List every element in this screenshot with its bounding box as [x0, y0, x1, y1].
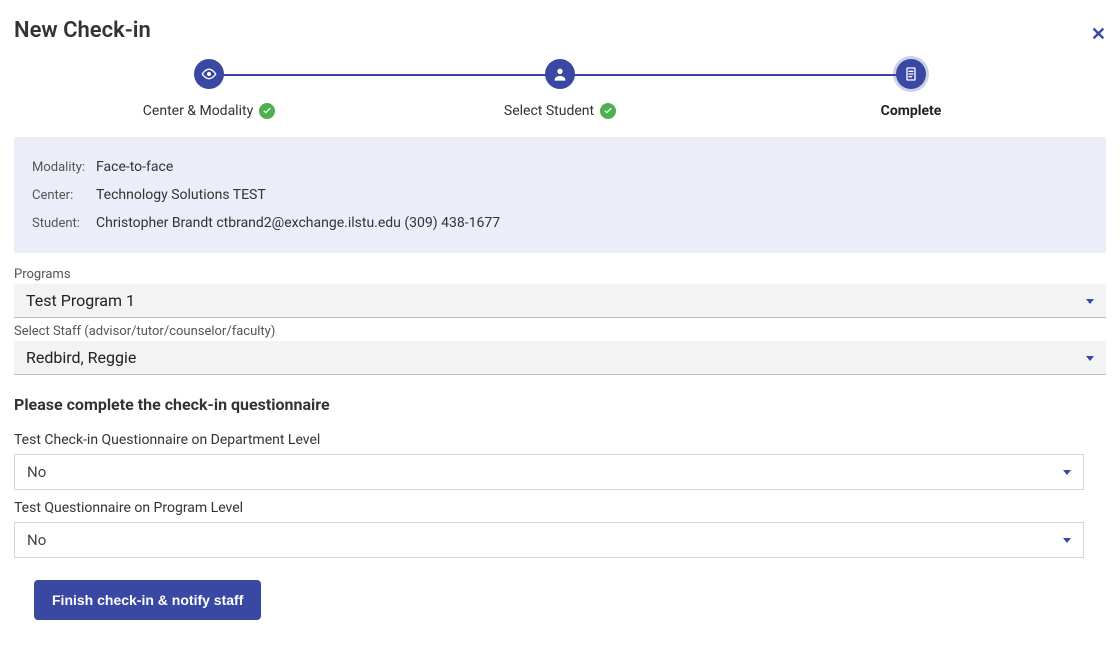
q2-label: Test Questionnaire on Program Level — [14, 500, 1106, 516]
summary-student-label: Student: — [32, 216, 90, 231]
programs-label: Programs — [14, 267, 1106, 282]
summary-student: Student: Christopher Brandt ctbrand2@exc… — [32, 209, 1088, 237]
q1-label: Test Check-in Questionnaire on Departmen… — [14, 432, 1106, 448]
stepper-label: Center & Modality — [143, 103, 253, 119]
eye-icon — [194, 59, 224, 89]
q1-value: No — [27, 463, 46, 481]
user-icon — [545, 59, 575, 89]
q1-select[interactable]: No — [14, 454, 1084, 490]
chevron-down-icon — [1063, 538, 1071, 543]
summary-student-value: Christopher Brandt ctbrand2@exchange.ils… — [96, 215, 500, 231]
chevron-down-icon — [1063, 470, 1071, 475]
chevron-down-icon — [1086, 299, 1094, 304]
summary-center: Center: Technology Solutions TEST — [32, 181, 1088, 209]
chevron-down-icon — [1086, 356, 1094, 361]
staff-value: Redbird, Reggie — [26, 348, 136, 367]
stepper-step-center-modality[interactable]: Center & Modality — [124, 59, 294, 119]
stepper-step-complete[interactable]: Complete — [826, 59, 996, 119]
close-icon[interactable]: ✕ — [1091, 24, 1106, 45]
summary-center-label: Center: — [32, 188, 90, 203]
check-icon — [259, 103, 275, 119]
programs-select[interactable]: Test Program 1 — [14, 284, 1106, 318]
summary-center-value: Technology Solutions TEST — [96, 187, 266, 203]
stepper-step-select-student[interactable]: Select Student — [475, 59, 645, 119]
document-icon — [896, 59, 926, 89]
finish-button[interactable]: Finish check-in & notify staff — [34, 580, 261, 620]
staff-label: Select Staff (advisor/tutor/counselor/fa… — [14, 324, 1106, 339]
q2-value: No — [27, 531, 46, 549]
summary-modality-value: Face-to-face — [96, 159, 173, 175]
page-title: New Check-in — [14, 18, 151, 43]
summary-modality-label: Modality: — [32, 160, 90, 175]
summary-card: Modality: Face-to-face Center: Technolog… — [14, 137, 1106, 253]
questionnaire-heading: Please complete the check-in questionnai… — [14, 395, 1106, 414]
stepper-label: Complete — [881, 103, 942, 119]
check-icon — [600, 103, 616, 119]
programs-value: Test Program 1 — [26, 291, 135, 310]
stepper: Center & Modality Select Student — [124, 59, 996, 119]
stepper-label: Select Student — [504, 103, 594, 119]
q2-select[interactable]: No — [14, 522, 1084, 558]
staff-select[interactable]: Redbird, Reggie — [14, 341, 1106, 375]
summary-modality: Modality: Face-to-face — [32, 153, 1088, 181]
